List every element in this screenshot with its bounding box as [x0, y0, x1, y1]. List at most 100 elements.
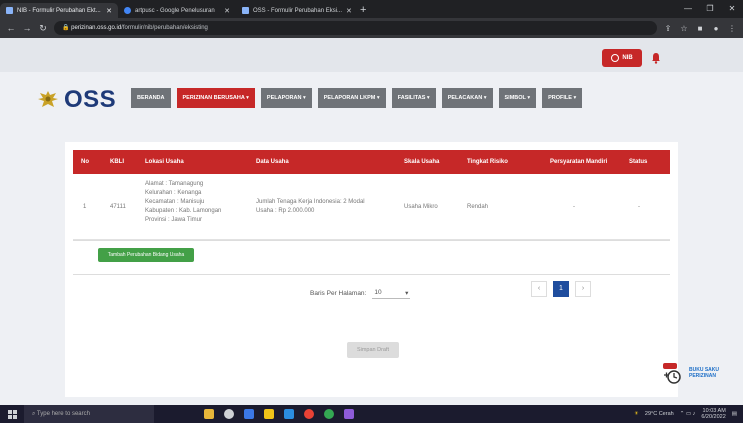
garuda-emblem-icon: [38, 91, 58, 107]
google-icon: [124, 7, 131, 14]
column-header: Data Usaha: [256, 159, 289, 165]
window-controls: — ❐ ✕: [677, 0, 743, 18]
windows-taskbar: ⌕ Type here to search ☀ 29°C Cerah ⌃ ▭ ♪…: [0, 405, 743, 423]
tab-title: artpusc - Google Penelusuran: [135, 7, 215, 14]
browser-tab[interactable]: NIB - Formulir Perubahan Ekt... ✕: [0, 3, 118, 18]
maximize-icon[interactable]: ❐: [699, 0, 721, 18]
close-tab-icon[interactable]: ✕: [106, 7, 112, 15]
rows-per-page-select[interactable]: 10 ▾: [372, 287, 411, 299]
chrome-icon[interactable]: [304, 409, 314, 419]
url-host: perizinan.oss.go.id: [71, 25, 122, 31]
help-widget[interactable]: BUKU SAKU PERIZINAN: [661, 361, 719, 385]
taskbar-search-input[interactable]: ⌕ Type here to search: [24, 405, 154, 423]
share-icon[interactable]: ⇪: [663, 24, 673, 33]
forward-icon[interactable]: →: [22, 23, 32, 33]
browser-menu-icon[interactable]: ⋮: [727, 24, 737, 33]
back-icon[interactable]: ←: [6, 23, 16, 33]
favicon-icon: [242, 7, 249, 14]
rows-per-page: Baris Per Halaman: 10 ▾: [310, 287, 411, 299]
minimize-icon[interactable]: —: [677, 0, 699, 18]
address-bar: ← → ↻ 🔒 perizinan.oss.go.id/formulir/nib…: [0, 18, 743, 38]
business-table-card: No KBLI Lokasi Usaha Data Usaha Skala Us…: [65, 142, 678, 397]
column-header: Tingkat Risiko: [467, 159, 508, 165]
user-label: NIB: [622, 55, 633, 61]
reload-icon[interactable]: ↻: [38, 23, 48, 34]
tab-title: OSS - Formulir Perubahan Eksi...: [253, 7, 343, 14]
cell-status: -: [638, 204, 640, 210]
close-tab-icon[interactable]: ✕: [224, 7, 230, 15]
close-tab-icon[interactable]: ✕: [346, 7, 352, 15]
close-window-icon[interactable]: ✕: [721, 0, 743, 18]
browser-tab[interactable]: OSS - Formulir Perubahan Eksi... ✕: [236, 3, 354, 18]
clock[interactable]: 10:03 AM 6/20/2022: [701, 408, 725, 420]
tab-title: NIB - Formulir Perubahan Ekt...: [17, 7, 101, 14]
add-business-change-button[interactable]: Tambah Perubahan Bidang Usaha: [98, 248, 194, 262]
page-button-current[interactable]: 1: [553, 281, 569, 297]
prev-page-button[interactable]: ‹: [531, 281, 547, 297]
cell-skala-usaha: Usaha Mikro: [404, 204, 438, 210]
column-header: Lokasi Usaha: [145, 159, 184, 165]
store-icon[interactable]: [284, 409, 294, 419]
rows-per-page-value: 10: [374, 289, 382, 296]
chevron-down-icon: ▾: [405, 289, 409, 297]
user-account-button[interactable]: NIB: [602, 49, 642, 67]
column-header: Skala Usaha: [404, 159, 440, 165]
page-content: NIB OSS BERANDA PERIZINAN BERUSAHA ▾ PEL…: [0, 38, 743, 405]
new-tab-button[interactable]: +: [354, 3, 372, 18]
url-field[interactable]: 🔒 perizinan.oss.go.id/formulir/nib/perub…: [54, 21, 657, 35]
column-header: Status: [629, 159, 648, 165]
tray-icons[interactable]: ⌃ ▭ ♪: [680, 411, 696, 417]
column-header: KBLI: [110, 159, 124, 165]
notification-bell-icon[interactable]: [651, 52, 661, 64]
main-menu: BERANDA PERIZINAN BERUSAHA ▾ PELAPORAN ▾…: [131, 88, 583, 108]
notification-icon[interactable]: ▤: [732, 411, 737, 417]
app-icon[interactable]: [324, 409, 334, 419]
windows-start-icon[interactable]: [0, 405, 24, 423]
url-path: /formulir/nib/perubahan/eksisting: [121, 25, 208, 31]
table-row: 1 47111 Alamat : Tamanagung Kelurahan : …: [73, 174, 670, 240]
file-explorer-icon[interactable]: [264, 409, 274, 419]
taskbar-apps: [204, 409, 354, 419]
edge-icon[interactable]: [244, 409, 254, 419]
oss-logo[interactable]: OSS: [36, 88, 116, 112]
cell-kbli: 47111: [110, 204, 126, 210]
cell-tingkat-risiko: Rendah: [467, 204, 489, 210]
weather-icon: ☀: [633, 411, 639, 417]
next-page-button[interactable]: ›: [575, 281, 591, 297]
cell-no: 1: [83, 204, 87, 210]
menu-profile[interactable]: PROFILE ▾: [542, 88, 583, 108]
column-header: Persyaratan Mandiri: [550, 159, 608, 165]
task-view-icon[interactable]: [224, 409, 234, 419]
pagination: ‹ 1 ›: [531, 281, 591, 297]
divider: [73, 274, 670, 275]
app-icon[interactable]: [344, 409, 354, 419]
browser-tab-bar: NIB - Formulir Perubahan Ekt... ✕ artpus…: [0, 0, 743, 18]
cell-lokasi-usaha: Alamat : Tamanagung Kelurahan : Kenanga …: [145, 181, 222, 223]
rows-per-page-label: Baris Per Halaman:: [310, 289, 367, 297]
menu-fasilitas[interactable]: FASILITAS ▾: [391, 88, 436, 108]
menu-pelacakan[interactable]: PELACAKAN ▾: [441, 88, 493, 108]
favicon-icon: [6, 7, 13, 14]
divider: [73, 240, 670, 241]
extension-icon[interactable]: ■: [695, 24, 705, 33]
weather-text: 29°C Cerah: [644, 411, 674, 417]
help-clock-icon: [661, 361, 683, 385]
profile-icon[interactable]: ●: [711, 24, 721, 33]
column-header: No: [81, 159, 89, 165]
help-text: BUKU SAKU PERIZINAN: [689, 367, 719, 379]
save-draft-button[interactable]: Simpan Draft: [347, 342, 399, 358]
user-icon: [611, 54, 620, 62]
menu-pelaporan-lkpm[interactable]: PELAPORAN LKPM ▾: [317, 88, 386, 108]
menu-simbol[interactable]: SIMBOL ▾: [498, 88, 537, 108]
browser-tab[interactable]: artpusc - Google Penelusuran ✕: [118, 3, 236, 18]
logo-text: OSS: [64, 86, 117, 113]
cell-data-usaha: Jumlah Tenaga Kerja Indonesia: 2 Modal U…: [256, 199, 365, 214]
menu-beranda[interactable]: BERANDA: [131, 88, 171, 108]
star-icon[interactable]: ☆: [679, 24, 689, 33]
taskbar-app-icon[interactable]: [204, 409, 214, 419]
menu-pelaporan[interactable]: PELAPORAN ▾: [260, 88, 312, 108]
system-tray: ☀ 29°C Cerah ⌃ ▭ ♪ 10:03 AM 6/20/2022 ▤: [634, 408, 743, 420]
table-header: No KBLI Lokasi Usaha Data Usaha Skala Us…: [73, 150, 670, 174]
menu-perizinan-berusaha[interactable]: PERIZINAN BERUSAHA ▾: [176, 88, 255, 108]
cell-persyaratan: -: [573, 204, 575, 210]
